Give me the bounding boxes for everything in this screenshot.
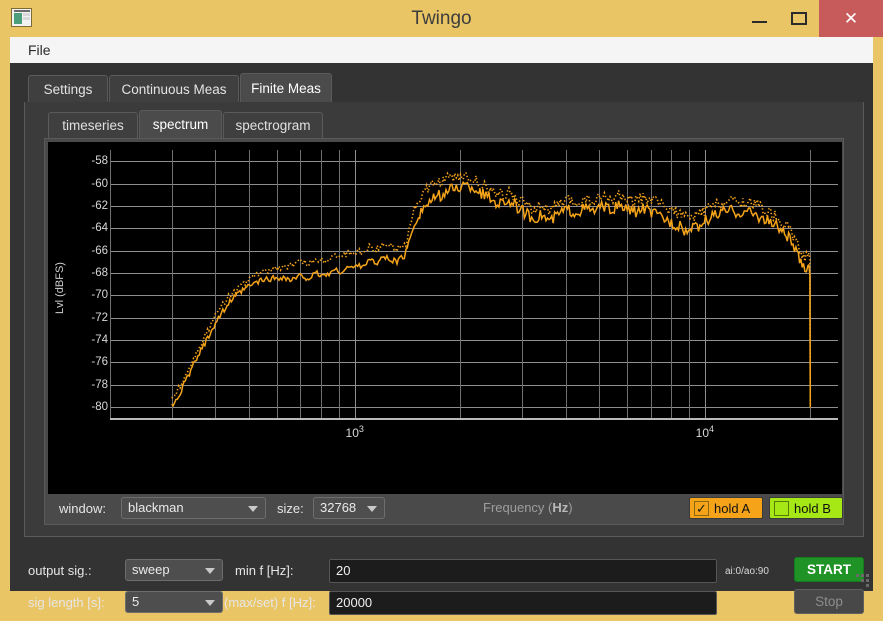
output-sig-label: output sig.: xyxy=(28,563,92,578)
y-tick-label: -60 xyxy=(91,177,108,190)
freq-label-prefix: Frequency ( xyxy=(483,500,553,515)
outer-tab-bar: Settings Continuous Meas Finite Meas xyxy=(24,73,864,103)
y-tick-label: -72 xyxy=(91,311,108,324)
maximize-button[interactable] xyxy=(780,0,819,37)
tab-finite-meas[interactable]: Finite Meas xyxy=(240,73,332,103)
inner-tab-bar: timeseries spectrum spectrogram xyxy=(44,110,844,139)
y-tick-label: -66 xyxy=(91,244,108,257)
resize-grip[interactable] xyxy=(855,573,869,587)
hold-a-checkbox[interactable]: ✓ xyxy=(694,501,709,516)
freq-label-suffix: ) xyxy=(568,500,573,515)
min-f-label: min f [Hz]: xyxy=(235,563,294,578)
menu-item-file[interactable]: File xyxy=(22,37,57,63)
menu-bar: File xyxy=(10,37,873,63)
plot-controls-row: window: blackman size: 32768 Frequency (… xyxy=(45,497,845,525)
spectrum-traces xyxy=(171,170,812,408)
y-tick-label: -78 xyxy=(91,378,108,391)
x-axis-ticks: 103 104 xyxy=(110,424,838,444)
io-status-text: ai:0/ao:90 xyxy=(725,566,769,577)
size-label: size: xyxy=(277,501,304,516)
bottom-controls: output sig.: sweep sig length [s]: 5 min… xyxy=(24,547,864,621)
output-sig-select[interactable]: sweep xyxy=(125,559,223,581)
tab-settings[interactable]: Settings xyxy=(28,75,108,103)
start-button[interactable]: START xyxy=(794,557,864,582)
size-select-value: 32768 xyxy=(320,500,357,515)
hold-b-checkbox[interactable] xyxy=(774,501,789,516)
spectrum-pane: Lvl (dBFS) -58 -60 -62 -64 -66 -68 -70 -72 -74 -7… xyxy=(44,138,844,525)
chevron-down-icon xyxy=(205,600,215,606)
y-tick-label: -80 xyxy=(91,400,108,413)
stop-button[interactable]: Stop xyxy=(794,589,864,614)
trace-a xyxy=(171,180,812,408)
y-tick-label: -62 xyxy=(91,199,108,212)
close-icon[interactable]: ✕ xyxy=(819,0,883,37)
freq-label-unit: Hz xyxy=(552,500,569,515)
sig-length-select[interactable]: 5 xyxy=(125,591,223,613)
sig-length-label: sig length [s]: xyxy=(28,595,105,610)
tab-spectrum[interactable]: spectrum xyxy=(139,110,222,139)
x-tick-label: 104 xyxy=(695,424,715,440)
plot-axes xyxy=(110,150,838,420)
chevron-down-icon xyxy=(205,568,215,574)
y-tick-label: -70 xyxy=(91,289,108,302)
hold-b-toggle[interactable]: hold B xyxy=(769,497,843,519)
y-tick-label: -76 xyxy=(91,356,108,369)
app-window: Twingo ✕ File Settings Continuous Meas F… xyxy=(0,0,883,615)
y-axis-ticks: -58 -60 -62 -64 -66 -68 -70 -72 -74 -76 -78 -80 xyxy=(56,142,108,494)
output-sig-value: sweep xyxy=(132,562,170,577)
sig-length-value: 5 xyxy=(132,594,140,609)
main-panel: Settings Continuous Meas Finite Meas tim… xyxy=(10,63,873,615)
min-f-input[interactable]: 20 xyxy=(329,559,717,583)
title-bar: Twingo ✕ xyxy=(0,0,883,37)
x-axis-label: Frequency (Hz) xyxy=(483,500,573,515)
tab-timeseries[interactable]: timeseries xyxy=(48,112,138,139)
hold-a-label: hold A xyxy=(714,501,751,516)
hold-b-label: hold B xyxy=(794,501,831,516)
trace-b xyxy=(171,170,812,408)
y-tick-label: -68 xyxy=(91,266,108,279)
y-tick-label: -64 xyxy=(91,222,108,235)
spectrum-plot[interactable]: Lvl (dBFS) -58 -60 -62 -64 -66 -68 -70 -72 -74 -7… xyxy=(48,142,842,494)
chevron-down-icon xyxy=(248,506,258,512)
tab-continuous-meas[interactable]: Continuous Meas xyxy=(109,75,239,103)
max-f-input[interactable]: 20000 xyxy=(329,591,717,615)
window-select[interactable]: blackman xyxy=(121,497,266,519)
chevron-down-icon xyxy=(367,506,377,512)
tab-spectrogram[interactable]: spectrogram xyxy=(223,112,323,139)
window-select-value: blackman xyxy=(128,500,184,515)
size-select[interactable]: 32768 xyxy=(313,497,385,519)
minimize-button[interactable] xyxy=(741,0,780,37)
y-tick-label: -58 xyxy=(91,155,108,168)
hold-a-toggle[interactable]: ✓ hold A xyxy=(689,497,763,519)
x-tick-label: 103 xyxy=(345,424,364,440)
y-tick-label: -74 xyxy=(91,333,108,346)
window-label: window: xyxy=(59,501,106,516)
max-f-label: (max/set) f [Hz]: xyxy=(224,595,316,610)
finite-meas-pane: timeseries spectrum spectrogram Lvl (dBF… xyxy=(24,102,864,537)
